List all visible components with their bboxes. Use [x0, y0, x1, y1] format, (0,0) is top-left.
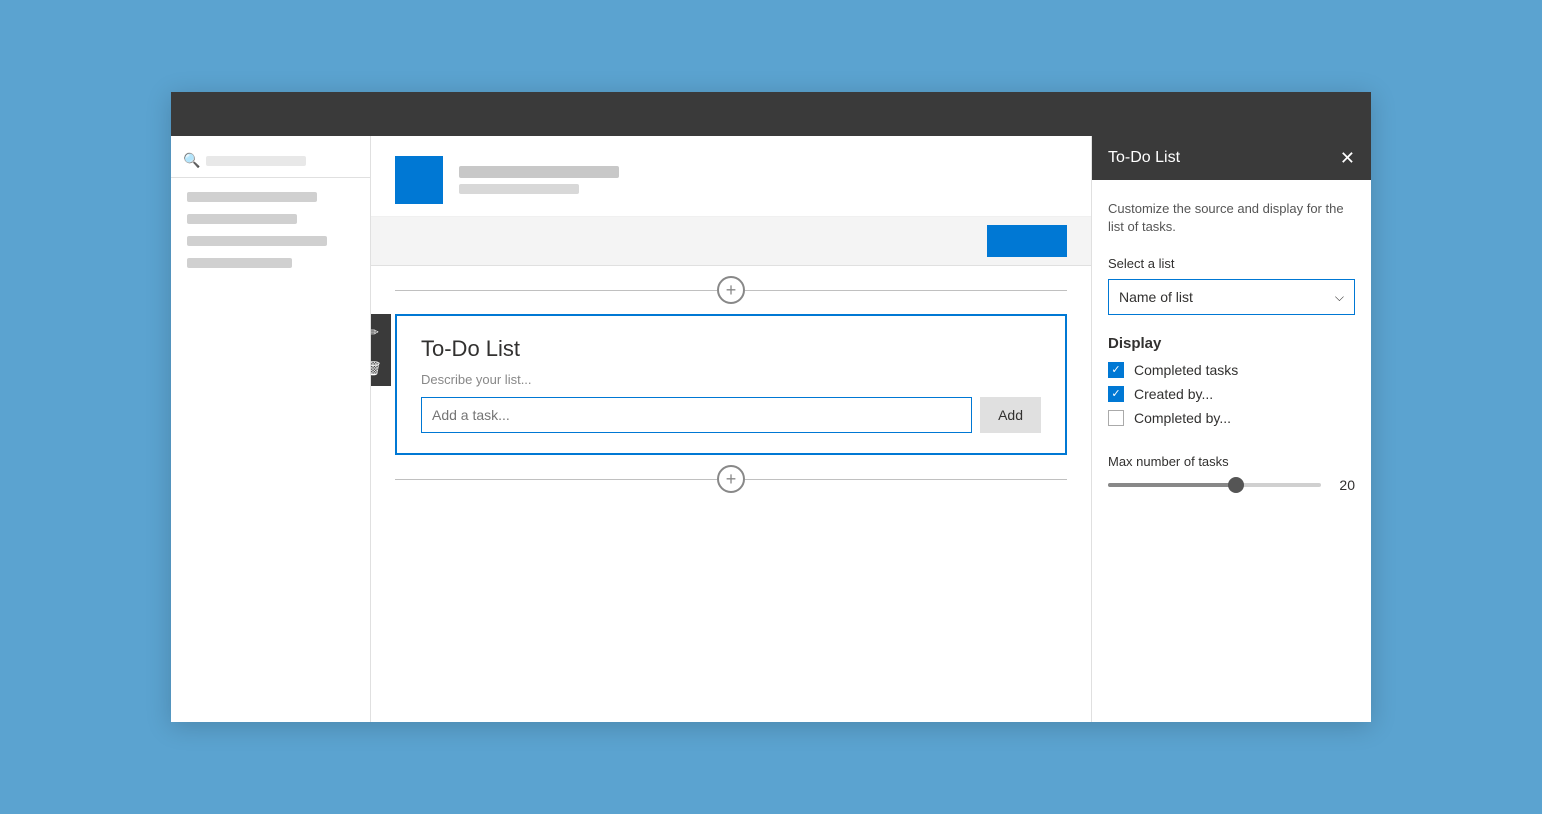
check-icon-1: ✓ — [1111, 389, 1120, 400]
panel-description: Customize the source and display for the… — [1108, 200, 1355, 236]
header-title-bar — [459, 166, 619, 178]
created-by-checkbox[interactable]: ✓ — [1108, 386, 1124, 402]
site-icon — [395, 156, 443, 204]
add-zone-line-left — [395, 290, 717, 291]
add-zone-line-right — [745, 290, 1067, 291]
pencil-icon: ✏ — [371, 324, 379, 341]
slider-section: Max number of tasks 20 — [1108, 454, 1355, 493]
checkbox-row-2: Completed by... — [1108, 410, 1355, 426]
webpart-edit-toolbar: ✏ 🗑 — [371, 314, 391, 386]
content-header — [371, 136, 1091, 217]
slider-label: Max number of tasks — [1108, 454, 1355, 469]
trash-icon: 🗑 — [371, 360, 382, 377]
dropdown-value: Name of list — [1119, 289, 1193, 305]
header-subtitle-bar — [459, 184, 579, 194]
todo-input-row: Add — [421, 397, 1041, 433]
edit-webpart-button[interactable]: ✏ — [371, 314, 391, 350]
panel-header: To-Do List ✕ — [1092, 136, 1371, 180]
check-icon-0: ✓ — [1111, 365, 1120, 376]
add-task-input[interactable] — [421, 397, 972, 433]
add-webpart-bottom-button[interactable]: + — [717, 465, 745, 493]
add-zone-bottom: + — [395, 465, 1067, 493]
webpart-area: + ✏ 🗑 To-Do List — [371, 266, 1091, 722]
todo-webpart: To-Do List Describe your list... Add — [395, 314, 1067, 455]
completed-by-label: Completed by... — [1134, 410, 1231, 426]
toolbar-primary-button[interactable] — [987, 225, 1067, 257]
add-webpart-top-button[interactable]: + — [717, 276, 745, 304]
app-window: 🔍 — [171, 92, 1371, 722]
todo-webpart-title: To-Do List — [421, 336, 1041, 362]
sidebar-line-4 — [187, 258, 292, 268]
completed-by-checkbox[interactable] — [1108, 410, 1124, 426]
sidebar-line-3 — [187, 236, 327, 246]
sidebar: 🔍 — [171, 136, 371, 722]
plus-icon-top: + — [726, 280, 737, 301]
display-section: Display ✓ Completed tasks ✓ Created by..… — [1108, 335, 1355, 434]
slider-thumb[interactable] — [1228, 477, 1244, 493]
todo-webpart-wrapper: ✏ 🗑 To-Do List Describe your list... Add — [395, 314, 1067, 455]
checkbox-row-0: ✓ Completed tasks — [1108, 362, 1355, 378]
sidebar-line-2 — [187, 214, 297, 224]
created-by-label: Created by... — [1134, 386, 1213, 402]
completed-tasks-label: Completed tasks — [1134, 362, 1238, 378]
main-content: + ✏ 🗑 To-Do List — [371, 136, 1091, 722]
panel-close-button[interactable]: ✕ — [1340, 149, 1355, 167]
header-text-block — [459, 166, 619, 194]
add-zone-top: + — [395, 276, 1067, 304]
sidebar-line-1 — [187, 192, 317, 202]
window-body: 🔍 — [171, 136, 1371, 722]
add-zone-bottom-line-left — [395, 479, 717, 480]
slider-fill — [1108, 483, 1236, 487]
plus-icon-bottom: + — [726, 469, 737, 490]
add-task-button[interactable]: Add — [980, 397, 1041, 433]
select-list-section: Select a list Name of list ⌵ — [1108, 256, 1355, 315]
slider-track — [1108, 483, 1321, 487]
select-list-label: Select a list — [1108, 256, 1355, 271]
slider-row: 20 — [1108, 477, 1355, 493]
search-icon: 🔍 — [183, 152, 200, 169]
right-panel: To-Do List ✕ Customize the source and di… — [1091, 136, 1371, 722]
checkbox-row-1: ✓ Created by... — [1108, 386, 1355, 402]
chevron-down-icon: ⌵ — [1335, 290, 1344, 305]
list-dropdown[interactable]: Name of list ⌵ — [1108, 279, 1355, 315]
panel-body: Customize the source and display for the… — [1092, 180, 1371, 513]
toolbar-area — [371, 217, 1091, 266]
add-zone-bottom-line-right — [745, 479, 1067, 480]
titlebar — [171, 92, 1371, 136]
todo-webpart-describe: Describe your list... — [421, 372, 1041, 387]
slider-value: 20 — [1331, 477, 1355, 493]
search-placeholder-bar — [206, 156, 306, 166]
completed-tasks-checkbox[interactable]: ✓ — [1108, 362, 1124, 378]
panel-title: To-Do List — [1108, 149, 1180, 167]
sidebar-search[interactable]: 🔍 — [171, 144, 370, 178]
display-section-title: Display — [1108, 335, 1355, 352]
delete-webpart-button[interactable]: 🗑 — [371, 350, 391, 386]
